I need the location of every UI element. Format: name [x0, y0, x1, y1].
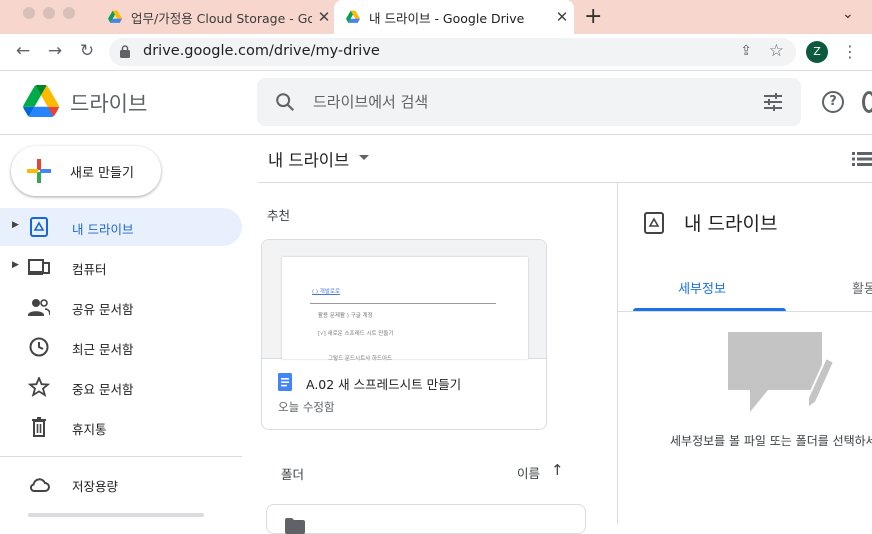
search-input[interactable]	[313, 90, 733, 114]
suggested-file-card[interactable]: ( ) 개발로로 활용 문제활 ) 구글 계정 [√] 새로운 스프레드 시트 …	[261, 239, 547, 430]
preview-line: ( ) 개발로로	[312, 289, 341, 295]
details-empty-message: 세부정보를 볼 파일 또는 폴더를 선택하세요	[670, 434, 872, 448]
main-header-divider	[258, 182, 872, 183]
my-drive-icon	[644, 212, 664, 234]
preview-line: 그렇드 문드시트사 하드아드	[328, 356, 393, 362]
folder-card[interactable]	[266, 504, 586, 534]
preview-line: 활용 문제활 ) 구글 계정	[318, 313, 373, 319]
google-drive-favicon-icon	[108, 10, 122, 23]
browser-titlebar: 업무/가정용 Cloud Storage - Goo ✕ 내 드라이브 - Go…	[0, 0, 872, 34]
new-button[interactable]: 새로 만들기	[11, 146, 161, 196]
sidebar-item-label: 최근 문서함	[72, 342, 134, 357]
sort-direction-icon[interactable]: ↑	[551, 461, 564, 479]
tab-close-icon[interactable]: ✕	[312, 8, 336, 26]
reload-icon[interactable]: ↻	[77, 41, 97, 61]
tab-details[interactable]: 세부정보	[618, 262, 786, 312]
cloud-icon	[29, 478, 50, 492]
storage-progress-bar	[28, 513, 204, 517]
search-icon[interactable]	[274, 91, 296, 113]
expand-caret-icon[interactable]: ▶	[12, 260, 19, 270]
help-icon[interactable]: ?	[822, 91, 844, 113]
preview-rule	[310, 303, 496, 304]
sidebar-divider	[0, 456, 242, 457]
google-drive-favicon-icon	[346, 10, 360, 23]
preview-line: [√] 새로운 스프레드 시트 만들기	[318, 331, 394, 337]
list-view-icon[interactable]	[852, 152, 872, 166]
google-drive-logo-icon[interactable]	[23, 85, 59, 117]
sidebar-item-my-drive[interactable]: ▶ 내 드라이브	[0, 208, 242, 246]
search-options-icon[interactable]	[763, 92, 783, 112]
sidebar-item-label: 컴퓨터	[72, 262, 107, 277]
sidebar-item-label: 중요 문서함	[72, 382, 134, 397]
document-preview: ( ) 개발로로 활용 문제활 ) 구글 계정 [√] 새로운 스프레드 시트 …	[282, 257, 528, 362]
people-icon	[28, 299, 50, 316]
back-arrow-icon[interactable]: ←	[13, 41, 33, 61]
clock-icon	[29, 337, 49, 357]
new-button-label: 새로 만들기	[70, 166, 134, 181]
file-modified-date: 오늘 수정함	[278, 400, 335, 414]
drive-header: 드라이브 ?	[0, 71, 872, 135]
sort-by-name-button[interactable]: 이름	[517, 463, 540, 482]
sidebar-item-label: 내 드라이브	[72, 222, 134, 237]
sidebar-item-label: 공유 문서함	[72, 302, 134, 317]
browser-tab-cloud-storage[interactable]: 업무/가정용 Cloud Storage - Goo ✕	[96, 0, 336, 34]
window-zoom-button[interactable]	[63, 7, 75, 19]
sidebar-item-trash[interactable]: 휴지통	[0, 408, 242, 446]
breadcrumb[interactable]: 내 드라이브	[268, 147, 349, 171]
google-docs-icon	[278, 373, 292, 391]
url-text: drive.google.com/drive/my-drive	[143, 43, 380, 59]
search-bar	[257, 78, 801, 126]
sidebar-item-storage[interactable]: 저장용량	[0, 465, 242, 503]
my-drive-icon	[30, 217, 48, 237]
profile-avatar[interactable]: Z	[806, 41, 828, 63]
tab-title: 업무/가정용 Cloud Storage - Goo	[131, 10, 312, 26]
share-icon[interactable]: ⇪	[740, 43, 752, 59]
address-bar[interactable]: drive.google.com/drive/my-drive ⇪ ☆	[109, 38, 796, 66]
browser-tab-my-drive[interactable]: 내 드라이브 - Google Drive ✕	[334, 0, 574, 34]
tab-title: 내 드라이브 - Google Drive	[369, 10, 525, 26]
breadcrumb-dropdown-icon[interactable]	[359, 155, 369, 160]
folders-section-label: 폴더	[281, 467, 305, 482]
tab-search-chevron-icon[interactable]: ⌄	[842, 6, 854, 22]
tabs-divider	[618, 311, 872, 312]
new-tab-button[interactable]: +	[584, 4, 602, 29]
folder-icon	[285, 518, 305, 534]
trash-icon	[32, 417, 46, 437]
forward-arrow-icon[interactable]: →	[45, 41, 65, 61]
file-thumbnail: ( ) 개발로로 활용 문제활 ) 구글 계정 [√] 새로운 스프레드 시트 …	[262, 240, 546, 362]
colorful-plus-icon	[27, 159, 51, 183]
sidebar-item-shared[interactable]: 공유 문서함	[0, 288, 242, 326]
browser-menu-icon[interactable]: ⋮	[842, 42, 858, 61]
window-close-button[interactable]	[23, 7, 35, 19]
tab-close-icon[interactable]: ✕	[550, 8, 574, 26]
lock-icon	[120, 45, 130, 58]
details-panel-title: 내 드라이브	[684, 213, 778, 235]
computer-icon	[28, 259, 50, 275]
tab-activity[interactable]: 활동	[852, 278, 872, 297]
sidebar-item-starred[interactable]: 중요 문서함	[0, 368, 242, 406]
settings-gear-icon[interactable]	[862, 91, 872, 113]
app-name: 드라이브	[70, 92, 148, 116]
details-panel-divider	[617, 183, 618, 524]
bookmark-star-icon[interactable]: ☆	[769, 41, 784, 61]
star-icon	[28, 377, 50, 397]
file-name: A.02 새 스프레드시트 만들기	[306, 377, 462, 392]
empty-details-illustration-icon	[728, 332, 836, 412]
sidebar-item-label: 휴지통	[72, 422, 107, 437]
sidebar-item-computers[interactable]: ▶ 컴퓨터	[0, 248, 242, 286]
window-minimize-button[interactable]	[43, 7, 55, 19]
browser-toolbar: ← → ↻ drive.google.com/drive/my-drive ⇪ …	[0, 34, 872, 71]
suggested-section-label: 추천	[267, 208, 291, 223]
sidebar-item-recent[interactable]: 최근 문서함	[0, 328, 242, 366]
sidebar-item-label: 저장용량	[72, 479, 119, 494]
expand-caret-icon[interactable]: ▶	[12, 220, 19, 230]
